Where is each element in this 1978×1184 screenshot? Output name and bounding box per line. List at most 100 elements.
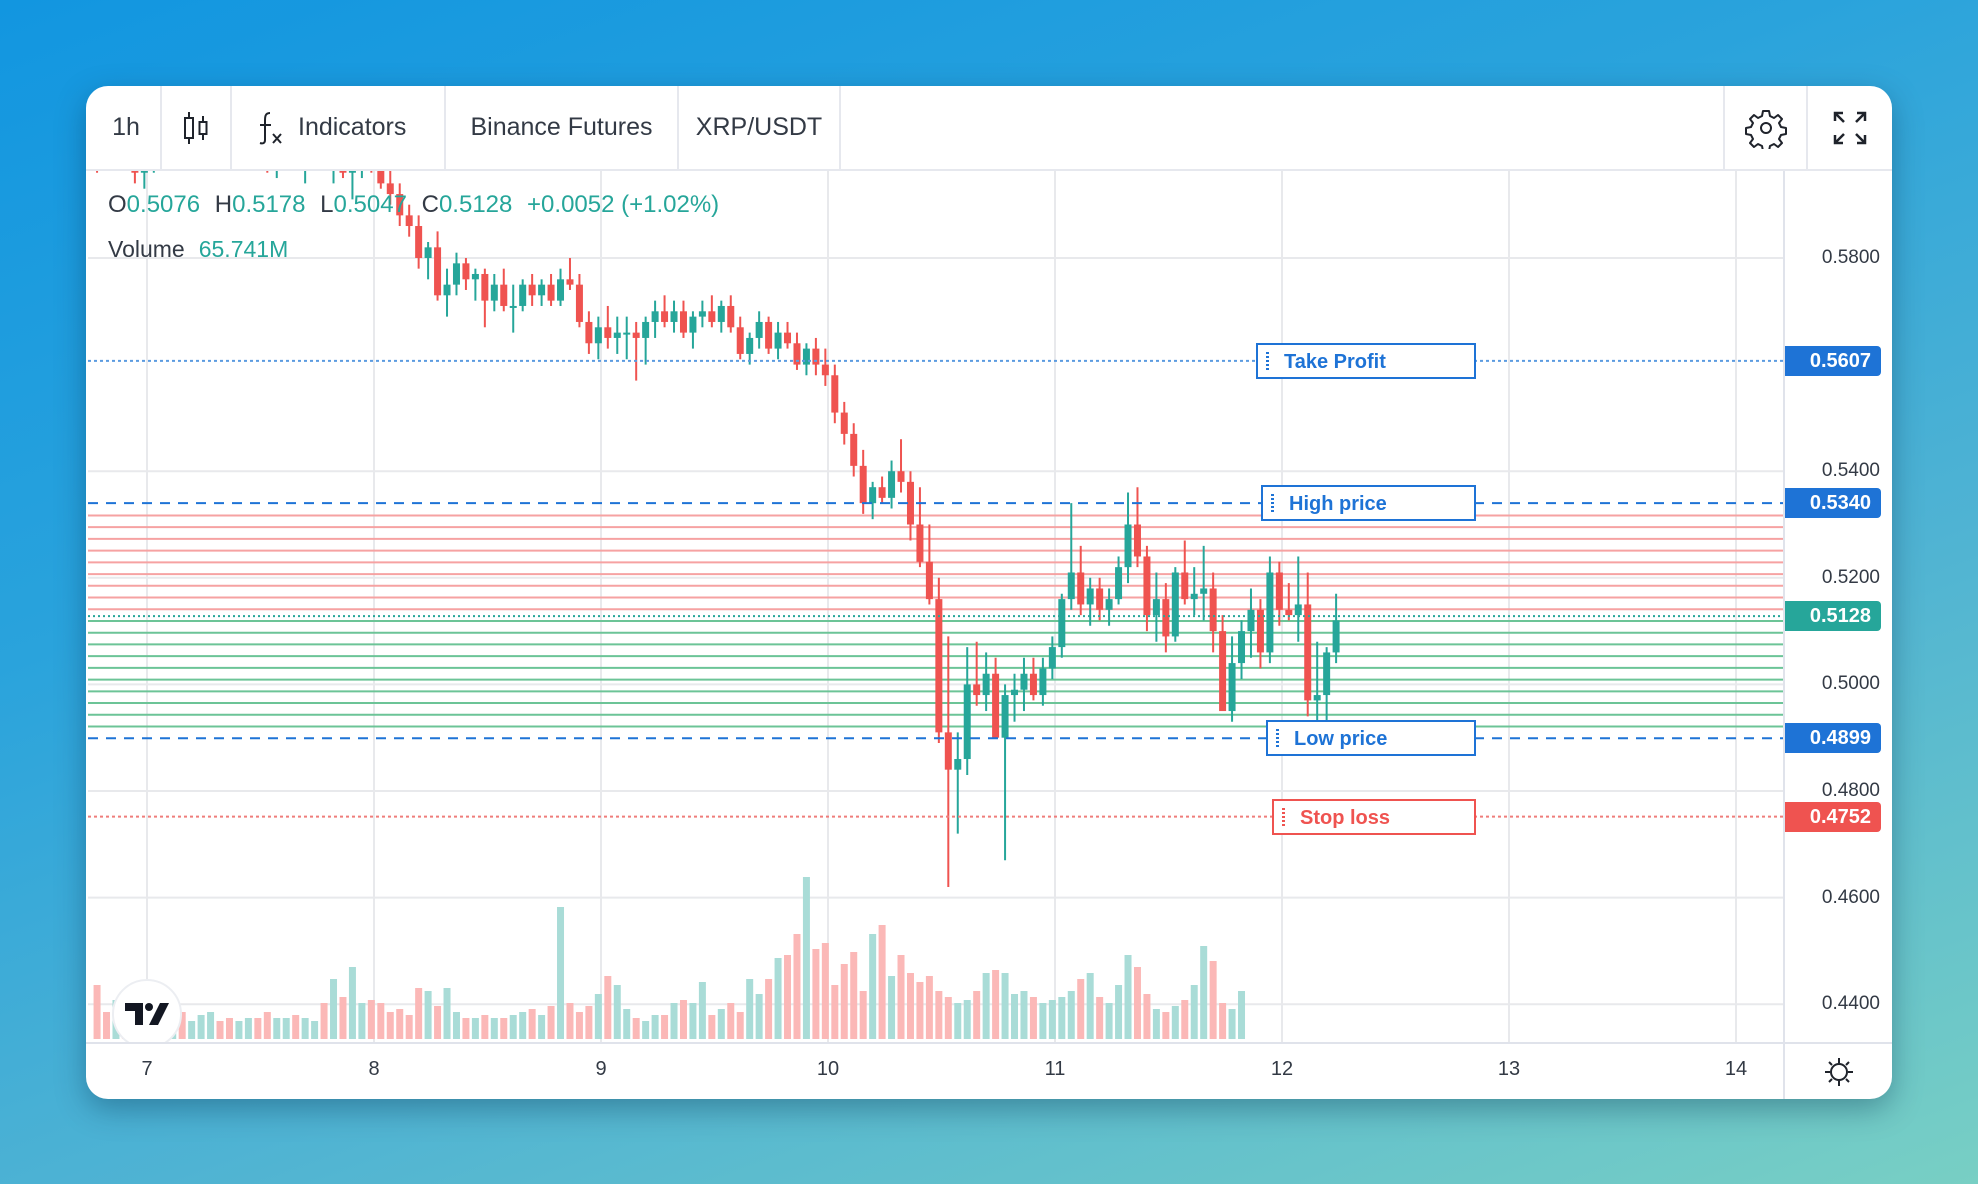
time-axis[interactable]: 7 8 9 10 11 12 13 14 <box>86 1042 1783 1099</box>
candle-body <box>925 561 933 600</box>
volume-bar <box>282 1018 290 1039</box>
low-label: L <box>320 191 334 218</box>
candle-body <box>774 332 782 349</box>
volume-bar <box>878 925 886 1039</box>
volume-bar <box>973 991 981 1039</box>
interval-button[interactable]: 1h <box>86 86 162 169</box>
volume-bar <box>1171 1006 1179 1039</box>
candle-body <box>509 305 517 308</box>
candle-body <box>840 412 848 434</box>
candle-body <box>935 599 943 733</box>
candle-body <box>1247 609 1255 632</box>
volume-bar <box>1181 1000 1189 1039</box>
price-axis[interactable]: 0.5607 0.5340 0.4899 0.4752 0.5128 0.5800 0.54… <box>1783 171 1892 1042</box>
volume-bar <box>244 1018 252 1039</box>
volume-bar <box>405 1015 413 1039</box>
price-tick-label: 0.4400 <box>1821 993 1880 1015</box>
drag-handle-icon[interactable] <box>1266 351 1269 370</box>
settings-button[interactable] <box>1723 86 1806 169</box>
tradingview-logo[interactable] <box>112 979 182 1042</box>
symbol-button[interactable]: XRP/USDT <box>679 86 841 169</box>
candle-body <box>973 684 981 696</box>
price-tick-label: 0.5000 <box>1821 673 1880 695</box>
candle-body <box>1058 599 1066 648</box>
candle-body <box>906 481 914 525</box>
candle-body <box>784 332 792 344</box>
volume-bar <box>1086 973 1094 1039</box>
candle-body <box>547 284 555 301</box>
theme-toggle-button[interactable] <box>1783 1042 1892 1099</box>
candle-body <box>963 684 971 760</box>
exchange-button[interactable]: Binance Futures <box>446 86 679 169</box>
volume-bar <box>746 979 754 1039</box>
volume-bar <box>490 1018 498 1039</box>
time-tick-label: 7 <box>141 1058 153 1080</box>
candle-body <box>585 321 593 344</box>
volume-bar <box>519 1012 527 1039</box>
chart-pane[interactable]: O0.5076 H0.5178 L0.5047 C0.5128 +0.0052 … <box>88 171 1783 1042</box>
volume-bar <box>982 973 990 1039</box>
volume-bar <box>1124 955 1132 1039</box>
stop-loss-tag[interactable]: Stop loss <box>1272 798 1476 835</box>
volume-bar <box>358 1003 366 1039</box>
volume-bar <box>1011 994 1019 1039</box>
candle-body <box>954 759 962 770</box>
price-tick-label: 0.5200 <box>1821 566 1880 588</box>
volume-bar <box>273 1018 281 1039</box>
drag-handle-icon[interactable] <box>1276 729 1279 748</box>
gear-icon <box>1744 109 1787 149</box>
candle-body <box>661 311 669 322</box>
volume-bar <box>500 1018 508 1039</box>
candle-body <box>604 327 612 338</box>
volume-bar <box>1048 1000 1056 1039</box>
volume-bar <box>415 988 423 1039</box>
candle-body <box>859 465 867 504</box>
volume-bar <box>254 1018 262 1039</box>
fx-icon <box>259 111 282 144</box>
volume-bar <box>386 1012 394 1039</box>
candle-body <box>424 247 432 258</box>
volume-bar <box>528 1009 536 1039</box>
candle-body <box>377 171 385 184</box>
candle-body <box>1048 647 1056 669</box>
volume-bar <box>906 973 914 1039</box>
candle-body <box>1228 663 1236 712</box>
volume-bar <box>992 970 1000 1039</box>
candle-body <box>1285 609 1293 616</box>
volume-bar <box>1238 991 1246 1039</box>
volume-bar <box>1152 1009 1160 1039</box>
price-chart[interactable] <box>88 171 1783 1042</box>
candle-body <box>462 263 470 280</box>
volume-bar <box>1219 1003 1227 1039</box>
volume-bar <box>859 991 867 1039</box>
volume-bar <box>802 877 810 1039</box>
volume-bar <box>481 1015 489 1039</box>
low-tag[interactable]: Low price <box>1266 720 1476 757</box>
drag-handle-icon[interactable] <box>1271 494 1274 513</box>
interval-label: 1h <box>112 113 140 141</box>
take-profit-tag[interactable]: Take Profit <box>1256 342 1476 379</box>
chart-type-button[interactable] <box>162 86 232 169</box>
stop-loss-label: Stop loss <box>1300 806 1391 829</box>
candle-body <box>736 327 744 354</box>
volume-bar <box>452 1012 460 1039</box>
volume-bar <box>311 1021 319 1039</box>
fullscreen-button[interactable] <box>1806 86 1892 169</box>
candle-body <box>1266 572 1274 653</box>
volume-bar <box>925 976 933 1039</box>
candle-body <box>566 279 574 285</box>
indicators-button[interactable]: Indicators <box>232 86 446 169</box>
volume-bar <box>623 1009 631 1039</box>
volume-label: Volume <box>108 236 185 262</box>
volume-bar <box>784 955 792 1039</box>
drag-handle-icon[interactable] <box>1282 807 1285 826</box>
candle-body <box>434 247 442 296</box>
candle-body <box>679 311 687 333</box>
volume-bar <box>339 997 347 1039</box>
candle-body <box>557 279 565 301</box>
volume-bar <box>1115 985 1123 1039</box>
volume-bar <box>93 985 101 1039</box>
candle-body <box>1133 524 1141 557</box>
volume-bar <box>1143 994 1151 1039</box>
high-tag[interactable]: High price <box>1261 485 1476 522</box>
